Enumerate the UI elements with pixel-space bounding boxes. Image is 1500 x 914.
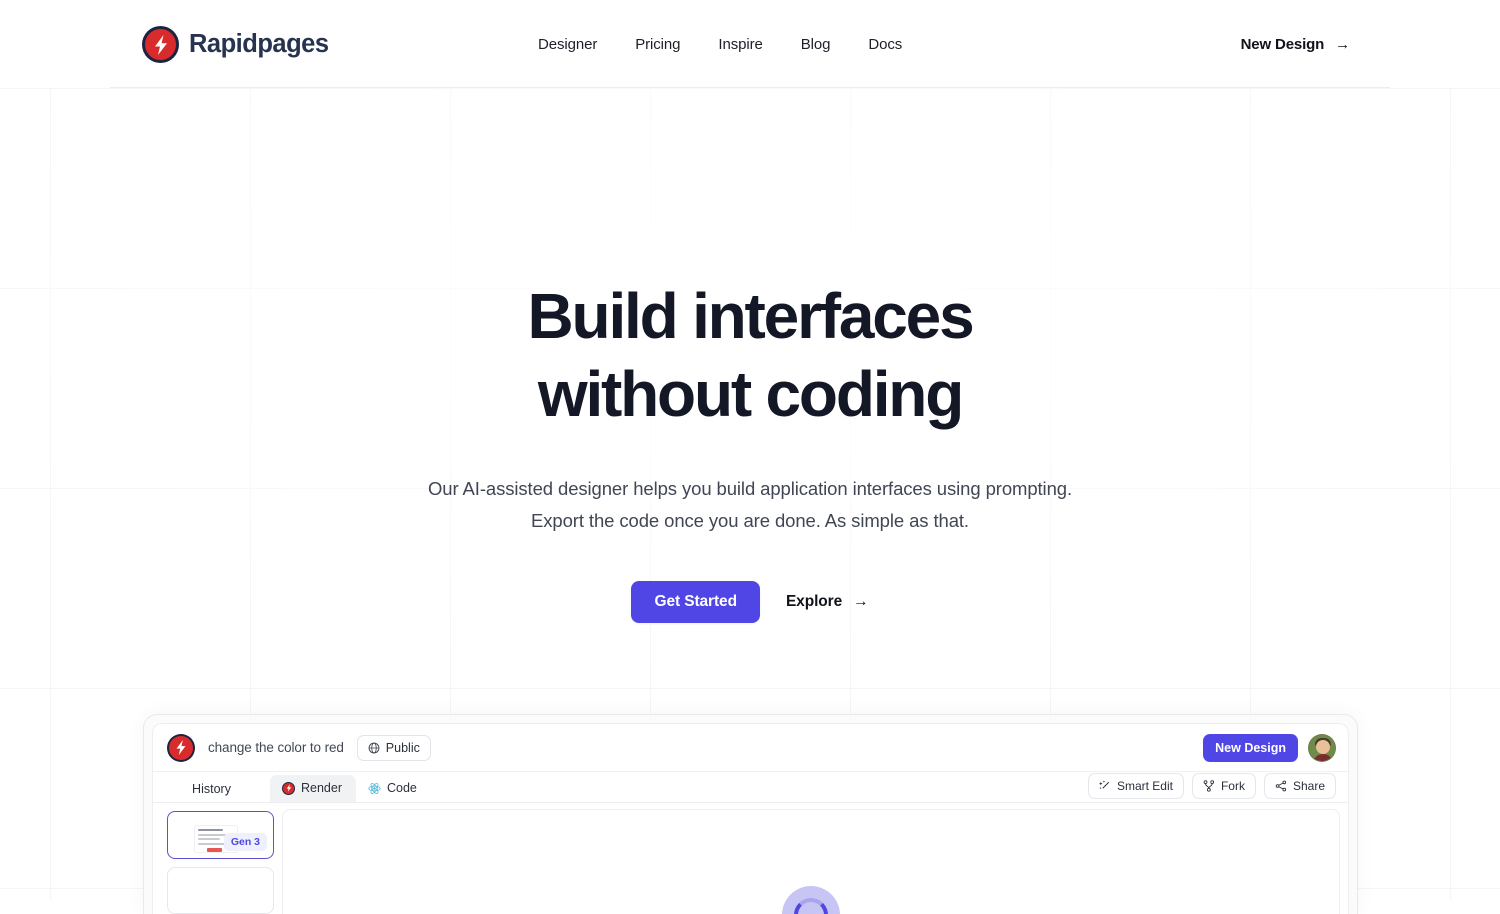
git-branch-icon: [1203, 780, 1215, 792]
app-new-design-button[interactable]: New Design: [1203, 734, 1298, 762]
visibility-label: Public: [386, 741, 420, 755]
brand-logo-link[interactable]: Rapidpages: [142, 26, 329, 63]
nav-item-blog[interactable]: Blog: [801, 36, 869, 53]
loading-spinner-icon: [782, 886, 840, 914]
history-item-selected[interactable]: Gen 3: [167, 811, 274, 859]
tab-code-label: Code: [387, 781, 417, 795]
hero-subtitle-line-2: Export the code once you are done. As si…: [531, 510, 969, 531]
tab-render-label: Render: [301, 781, 342, 795]
rapidpages-logo-icon: [282, 782, 295, 795]
history-item[interactable]: [167, 867, 274, 914]
headline-line-1: Build interfaces: [528, 280, 973, 352]
hero-cta-row: Get Started Explore →: [0, 581, 1500, 623]
nav-item-designer[interactable]: Designer: [538, 36, 635, 53]
prompt-text: change the color to red: [208, 740, 344, 755]
nav-item-inspire[interactable]: Inspire: [718, 36, 800, 53]
share-nodes-icon: [1275, 780, 1287, 792]
history-panel: Gen 3: [153, 803, 282, 914]
app-preview-window: change the color to red Public New Desig…: [152, 723, 1349, 914]
arrow-right-icon: →: [853, 593, 868, 611]
globe-icon: [368, 742, 380, 754]
share-button[interactable]: Share: [1264, 773, 1336, 799]
hero-section: Build interfaces without coding Our AI-a…: [0, 88, 1500, 623]
magic-wand-icon: [1099, 780, 1111, 792]
header-new-design-label: New Design: [1241, 36, 1325, 53]
generation-badge: Gen 3: [224, 833, 267, 851]
app-bar: change the color to red Public New Desig…: [153, 724, 1348, 772]
explore-button[interactable]: Explore →: [786, 593, 869, 611]
lightning-bolt-logo-icon: [142, 26, 179, 63]
brand-name: Rapidpages: [189, 32, 329, 58]
arrow-right-icon: →: [1335, 36, 1350, 53]
smart-edit-button[interactable]: Smart Edit: [1088, 773, 1184, 799]
smart-edit-label: Smart Edit: [1117, 779, 1173, 793]
react-atom-icon: [368, 782, 381, 795]
hero-subtitle: Our AI-assisted designer helps you build…: [0, 473, 1500, 538]
tab-history[interactable]: History: [153, 782, 270, 802]
share-label: Share: [1293, 779, 1325, 793]
page-title: Build interfaces without coding: [0, 284, 1500, 426]
visibility-toggle-button[interactable]: Public: [357, 735, 431, 761]
app-logo-icon[interactable]: [167, 734, 195, 762]
nav-item-pricing[interactable]: Pricing: [635, 36, 718, 53]
get-started-button[interactable]: Get Started: [631, 581, 759, 623]
site-header: Rapidpages Designer Pricing Inspire Blog…: [0, 0, 1500, 88]
app-tab-bar: History Render Code: [153, 772, 1348, 802]
tab-render[interactable]: Render: [270, 775, 356, 802]
tab-code[interactable]: Code: [356, 775, 431, 802]
fork-button[interactable]: Fork: [1192, 773, 1256, 799]
app-preview-frame: change the color to red Public New Desig…: [143, 714, 1358, 914]
avatar[interactable]: [1308, 734, 1336, 762]
headline-line-2: without coding: [0, 362, 1500, 426]
app-body: Gen 3: [153, 802, 1348, 914]
app-bar-actions: New Design: [1203, 734, 1336, 762]
fork-label: Fork: [1221, 779, 1245, 793]
nav-item-docs[interactable]: Docs: [868, 36, 902, 53]
main-nav: Designer Pricing Inspire Blog Docs: [538, 0, 902, 88]
explore-label: Explore: [786, 593, 842, 611]
hero-subtitle-line-1: Our AI-assisted designer helps you build…: [428, 478, 1072, 499]
header-new-design-link[interactable]: New Design →: [1241, 0, 1350, 88]
app-toolbar: Smart Edit Fork: [1088, 773, 1336, 802]
render-canvas[interactable]: [282, 809, 1340, 914]
header-divider: [110, 87, 1390, 88]
